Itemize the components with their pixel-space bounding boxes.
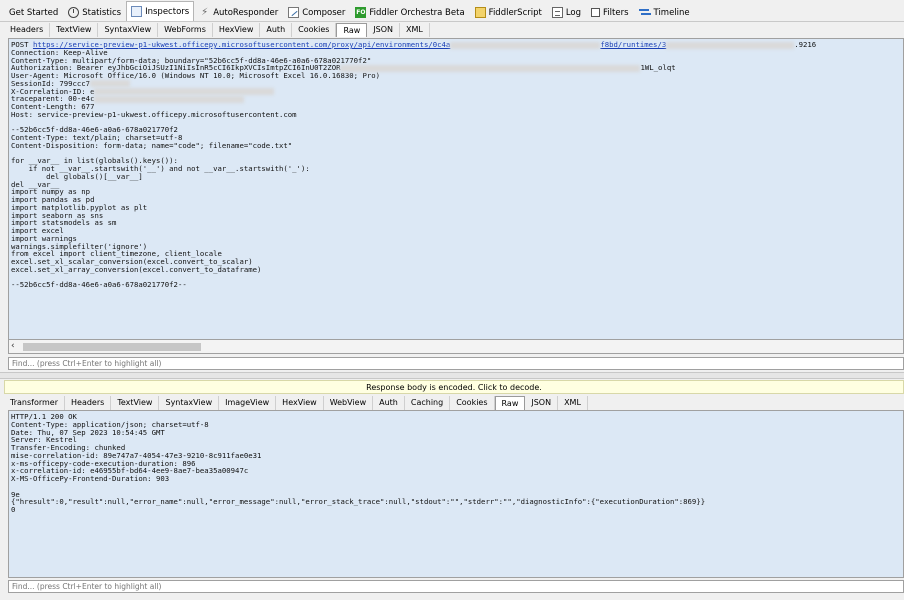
tab-label: FiddlerScript — [488, 7, 542, 18]
resp-tab-cookies[interactable]: Cookies — [450, 395, 495, 410]
decode-banner[interactable]: Response body is encoded. Click to decod… — [4, 380, 904, 394]
response-subtabs: Transformer Headers TextView SyntaxView … — [4, 395, 904, 410]
tab-label: AutoResponder — [213, 7, 279, 18]
tab-statistics[interactable]: Statistics — [63, 3, 126, 21]
pane-splitter[interactable] — [0, 372, 904, 379]
tab-filters[interactable]: Filters — [586, 3, 633, 21]
request-url-tail[interactable]: f8bd/runtimes/3 — [600, 40, 666, 49]
header-host: Host: service-preview-p1-ukwest.officepy… — [11, 109, 297, 119]
tab-label: Timeline — [653, 7, 690, 18]
response-find-input[interactable] — [8, 580, 904, 593]
tab-label: Fiddler Orchestra Beta — [369, 7, 465, 18]
tab-label: Composer — [302, 7, 346, 18]
composer-icon — [288, 7, 300, 18]
resp-tab-auth[interactable]: Auth — [373, 395, 405, 410]
resp-tab-webview[interactable]: WebView — [324, 395, 374, 410]
resp-tab-json[interactable]: JSON — [525, 395, 559, 410]
lightning-icon: ⚡ — [201, 7, 209, 18]
redacted-block — [90, 80, 131, 88]
tab-composer[interactable]: Composer — [283, 3, 350, 21]
request-url-end: .9216 — [794, 40, 817, 49]
fo-icon: FO — [355, 7, 367, 18]
req-tab-webforms[interactable]: WebForms — [158, 22, 213, 37]
redacted-block — [94, 88, 275, 95]
resp-tab-headers[interactable]: Headers — [65, 395, 112, 410]
inspectors-icon — [131, 6, 143, 17]
tab-label: Inspectors — [145, 6, 190, 17]
tab-label: Log — [565, 7, 582, 18]
tab-fiddlerscript[interactable]: FiddlerScript — [470, 3, 547, 21]
checkbox-icon[interactable] — [591, 8, 601, 17]
redacted-block — [450, 41, 601, 49]
log-icon — [551, 7, 563, 18]
resp-tab-textview[interactable]: TextView — [111, 395, 160, 410]
request-raw-pane[interactable]: POST https://service-preview-p1-ukwest.o… — [8, 38, 904, 340]
req-tab-json[interactable]: JSON — [367, 22, 401, 37]
request-subtabs: Headers TextView SyntaxView WebForms Hex… — [4, 22, 904, 37]
resp-tab-hexview[interactable]: HexView — [276, 395, 324, 410]
req-tab-auth[interactable]: Auth — [260, 22, 293, 37]
req-tab-xml[interactable]: XML — [400, 22, 430, 37]
tab-timeline[interactable]: Timeline — [634, 3, 695, 21]
tab-autoresponder[interactable]: ⚡ AutoResponder — [194, 3, 283, 21]
scrollbar-thumb[interactable] — [23, 343, 201, 351]
main-tab-strip: Get Started Statistics Inspectors ⚡ AutoR… — [0, 0, 904, 22]
resp-tab-caching[interactable]: Caching — [405, 395, 451, 410]
tab-inspectors[interactable]: Inspectors — [126, 1, 195, 21]
req-tab-textview[interactable]: TextView — [50, 22, 99, 37]
auth-tail: 1WL_olqt — [640, 63, 676, 73]
timeline-icon — [638, 7, 651, 18]
response-raw-text: HTTP/1.1 200 OK Content-Type: applicatio… — [11, 412, 706, 514]
redacted-block — [94, 95, 245, 103]
response-raw-pane[interactable]: HTTP/1.1 200 OK Content-Type: applicatio… — [8, 410, 904, 578]
req-tab-headers[interactable]: Headers — [4, 22, 51, 37]
resp-tab-syntaxview[interactable]: SyntaxView — [159, 395, 220, 410]
script-icon — [474, 7, 486, 18]
tab-label: Statistics — [82, 7, 122, 18]
tab-label: Filters — [603, 7, 629, 18]
req-tab-syntaxview[interactable]: SyntaxView — [98, 22, 159, 37]
req-tab-hexview[interactable]: HexView — [213, 22, 261, 37]
req-tab-raw[interactable]: Raw — [336, 22, 368, 37]
redacted-block — [666, 41, 795, 49]
resp-tab-xml[interactable]: XML — [558, 395, 588, 410]
resp-tab-imageview[interactable]: ImageView — [219, 395, 277, 410]
redacted-block — [340, 64, 641, 72]
request-raw-text: POST https://service-preview-p1-ukwest.o… — [9, 39, 903, 291]
request-horizontal-scrollbar[interactable]: ‹ — [8, 340, 904, 354]
tab-label: Get Started — [9, 7, 59, 18]
tab-log[interactable]: Log — [547, 3, 586, 21]
resp-tab-raw[interactable]: Raw — [494, 395, 526, 410]
tab-get-started[interactable]: Get Started — [4, 3, 63, 21]
scroll-left-icon[interactable]: ‹ — [11, 341, 15, 351]
statistics-icon — [68, 7, 80, 18]
tab-fiddler-orchestra[interactable]: FO Fiddler Orchestra Beta — [350, 3, 469, 21]
req-tab-cookies[interactable]: Cookies — [292, 22, 337, 37]
request-find-input[interactable] — [8, 357, 904, 370]
request-body: --52b6cc5f-dd8a-46e6-a0a6-678a021770f2 C… — [11, 125, 310, 290]
resp-tab-transformer[interactable]: Transformer — [4, 395, 66, 410]
